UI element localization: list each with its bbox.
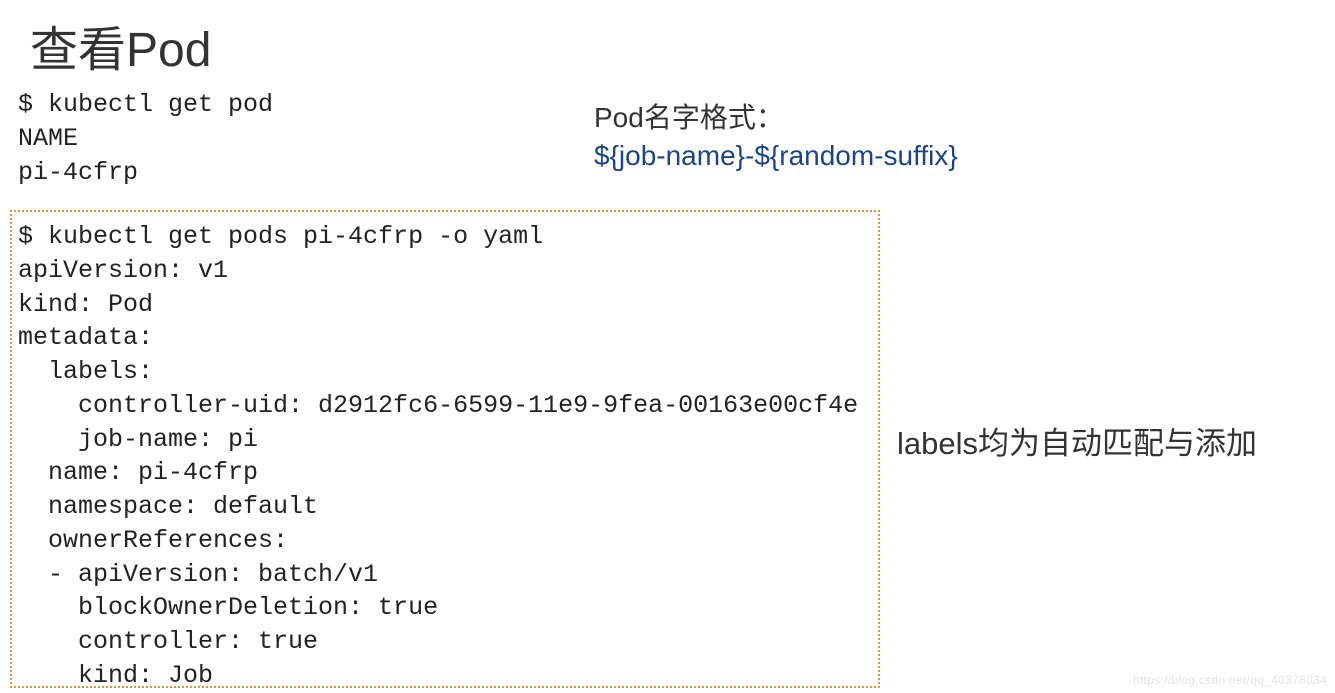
kubectl-get-pod-output: $ kubectl get pod NAME pi-4cfrp xyxy=(18,88,273,189)
labels-annotation: labels均为自动匹配与添加 xyxy=(897,418,1257,463)
source-watermark: https://blog.csdn.net/qq_40378034 xyxy=(1133,673,1327,687)
kubectl-yaml-output: $ kubectl get pods pi-4cfrp -o yaml apiV… xyxy=(10,210,880,688)
pod-name-format-value: ${job-name}-${random-suffix} xyxy=(594,140,958,172)
page-title: 查看Pod xyxy=(30,10,211,80)
pod-name-format-label: Pod名字格式： xyxy=(594,96,784,136)
